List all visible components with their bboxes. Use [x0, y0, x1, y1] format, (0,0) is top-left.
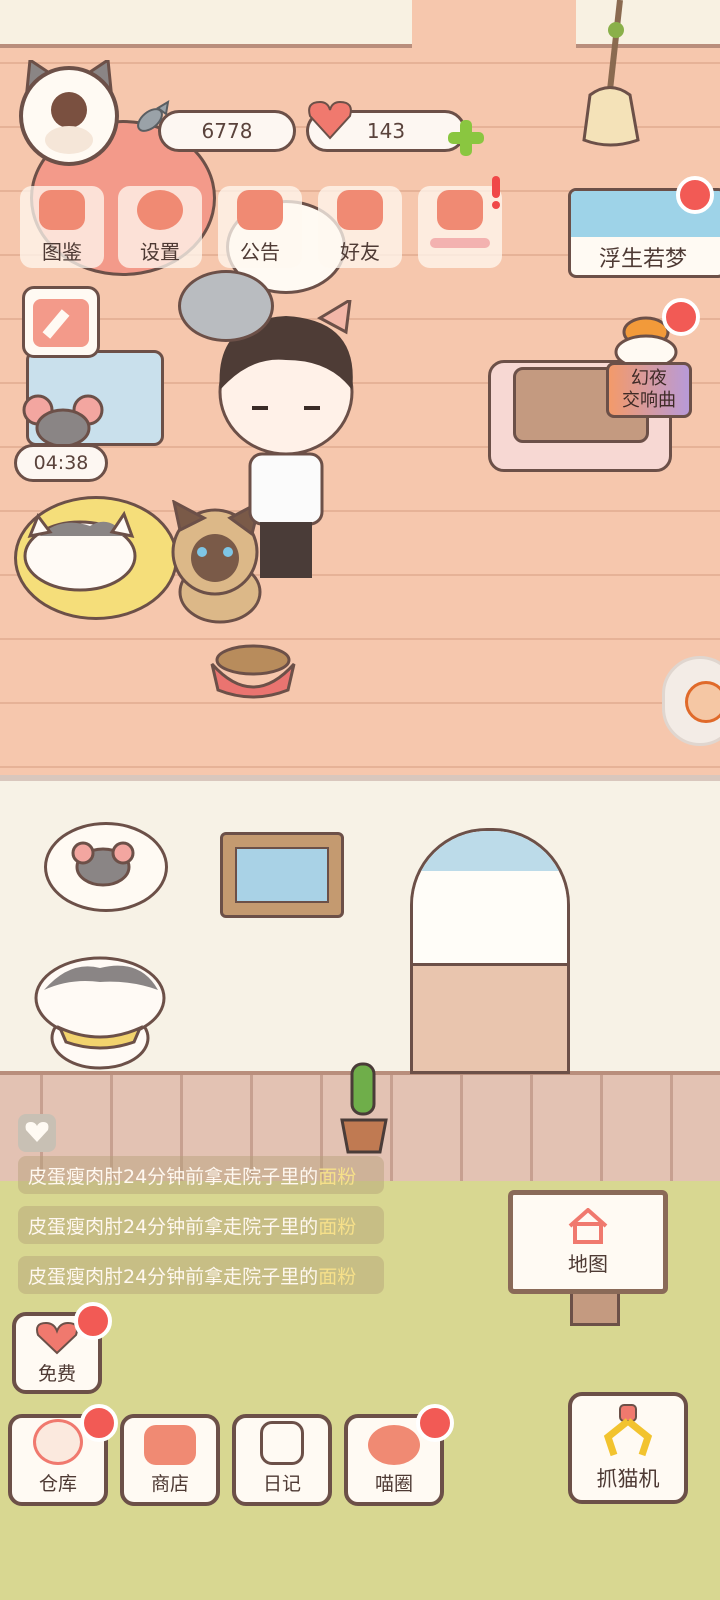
diary-icon [260, 1421, 304, 1465]
warehouse-label: 仓库 [38, 1473, 77, 1495]
cat-circle-label: 喵圈 [374, 1473, 413, 1495]
claw-machine-label: 抓猫机 [596, 1467, 660, 1491]
message-item-name: 面粉 [318, 1165, 357, 1188]
mouse-timer-icon [20, 392, 106, 452]
exclamation-icon [488, 176, 504, 210]
free-label: 免费 [37, 1362, 76, 1385]
add-heart-icon[interactable] [446, 118, 486, 158]
fish-counter: 6778 [158, 110, 296, 152]
friends-button[interactable]: 好友 [318, 186, 402, 268]
hearts-progress-bar [430, 238, 490, 248]
cat-white-sleeping[interactable] [20, 506, 160, 592]
timer-display: 04:38 [14, 444, 108, 482]
message-item-name: 面粉 [318, 1265, 357, 1288]
cat-head-icon [39, 190, 85, 230]
message-item: 皮蛋瘦肉肘24分钟前拿走院子里的 面粉 [18, 1256, 384, 1294]
diary-label: 日记 [262, 1473, 301, 1495]
message-item: 皮蛋瘦肉肘24分钟前拿走院子里的 面粉 [18, 1206, 384, 1244]
avatar[interactable] [16, 57, 122, 166]
side-event-label-2: 交响曲 [622, 390, 676, 411]
cactus-pot[interactable] [334, 1060, 394, 1156]
friends-label: 好友 [340, 240, 380, 264]
arched-doorway[interactable] [410, 828, 570, 1074]
calendar-edit-button[interactable] [22, 286, 100, 358]
shop-label: 商店 [150, 1473, 189, 1495]
fish-icon [128, 98, 174, 144]
gift-icon [237, 190, 283, 230]
map-label: 地图 [568, 1251, 608, 1276]
diary-button[interactable]: 日记 [232, 1414, 332, 1506]
house-icon [568, 1207, 608, 1244]
cat-grey-white-standing[interactable] [30, 950, 180, 1074]
cat-planet-icon [368, 1425, 420, 1465]
timer-value: 04:38 [33, 452, 89, 474]
settings-button[interactable]: 设置 [118, 186, 202, 268]
friends-icon [337, 190, 383, 230]
claw-icon [603, 1404, 653, 1457]
event-banner-label: 浮生若梦 [599, 247, 688, 272]
food-bowl[interactable] [208, 640, 298, 700]
announcement-label: 公告 [240, 240, 280, 264]
top-window-left [0, 0, 412, 48]
cat-circle-badge [416, 1404, 454, 1442]
heart-icon [306, 98, 354, 140]
announcement-button[interactable]: 公告 [218, 186, 302, 268]
claw-machine-button[interactable]: 抓猫机 [568, 1392, 688, 1504]
rice-bowl-icon [33, 1419, 83, 1465]
side-event-label-1: 幻夜 [631, 368, 667, 389]
heart-gift-icon [36, 1321, 78, 1354]
settings-label: 设置 [140, 240, 180, 264]
message-text: 皮蛋瘦肉肘24分钟前拿走院子里的 [28, 1215, 319, 1238]
shop-button[interactable]: 商店 [120, 1414, 220, 1506]
message-item-name: 面粉 [318, 1215, 357, 1238]
heart-count: 143 [366, 119, 406, 143]
shop-icon [144, 1425, 196, 1465]
collection-button[interactable]: 图鉴 [20, 186, 104, 268]
float-orb-icon [685, 681, 720, 723]
warehouse-badge [80, 1404, 118, 1442]
free-badge [74, 1302, 112, 1340]
side-float-button[interactable] [662, 656, 720, 746]
message-item: 皮蛋瘦肉肘24分钟前拿走院子里的 面粉 [18, 1156, 384, 1194]
collection-label: 图鉴 [42, 240, 82, 264]
grey-cat-angry[interactable] [178, 270, 274, 346]
photo-frame[interactable] [220, 832, 344, 918]
speech-bubble-mouse [44, 822, 168, 912]
map-sign-post [570, 1290, 620, 1326]
message-text: 皮蛋瘦肉肘24分钟前拿走院子里的 [28, 1165, 319, 1188]
hearts-icon [437, 190, 483, 230]
chat-toggle-icon[interactable] [18, 1114, 56, 1152]
side-event-badge [662, 298, 700, 336]
fish-count: 6778 [201, 119, 253, 143]
event-banner-badge [676, 176, 714, 214]
message-text: 皮蛋瘦肉肘24分钟前拿走院子里的 [28, 1265, 319, 1288]
gear-icon [137, 190, 183, 230]
broom-icon[interactable] [580, 0, 640, 150]
map-button[interactable]: 地图 [508, 1190, 668, 1294]
